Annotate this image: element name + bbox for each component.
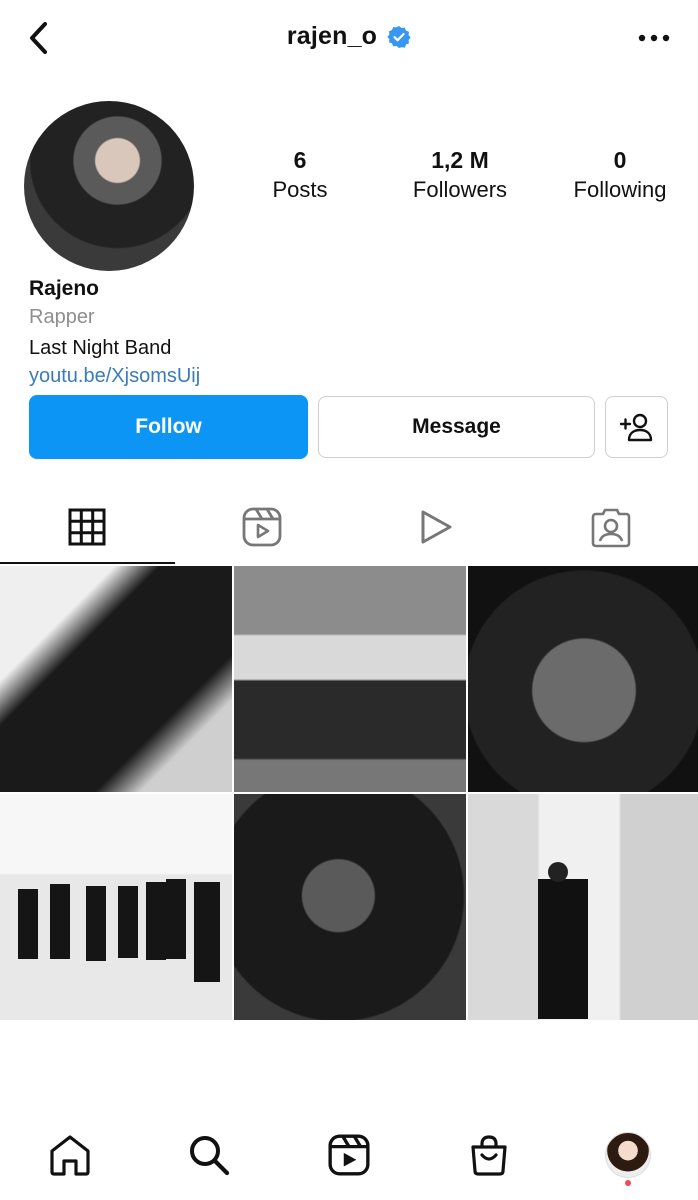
tab-videos[interactable]: [349, 490, 524, 564]
reels-icon: [242, 507, 282, 547]
add-user-icon: [619, 413, 652, 442]
grid-icon: [68, 508, 106, 546]
nav-home[interactable]: [35, 1120, 105, 1190]
tab-reels[interactable]: [175, 490, 350, 564]
profile-avatar-small: [605, 1132, 652, 1178]
username: rajen_o: [286, 22, 378, 50]
stat-posts-value: 6: [293, 147, 307, 173]
verified-badge-icon: [387, 25, 411, 48]
standing-figure-image: [538, 862, 588, 1019]
stat-followers-label: Followers: [412, 177, 508, 202]
stat-following-label: Following: [573, 177, 667, 202]
profile-category: Rapper: [29, 306, 95, 328]
bio-text: Last Night Band: [29, 337, 172, 359]
profile-stats: 6 Posts 1,2 M Followers 0 Following: [240, 145, 680, 205]
nav-search[interactable]: [174, 1120, 244, 1190]
more-options-button[interactable]: [634, 20, 674, 56]
shop-icon: [470, 1135, 507, 1176]
profile-bio: Rajeno Rapper Last Night Band youtu.be/X…: [29, 275, 200, 389]
stat-following-value: 0: [613, 147, 627, 173]
post-thumbnail[interactable]: [234, 794, 466, 1020]
play-icon: [421, 510, 452, 544]
stat-posts[interactable]: 6 Posts: [240, 145, 360, 205]
tagged-icon: [591, 508, 631, 548]
suggested-users-button[interactable]: [605, 396, 668, 458]
group-photo-image: [18, 879, 220, 982]
notification-dot: [625, 1180, 632, 1186]
message-button[interactable]: Message: [318, 396, 595, 458]
top-bar: rajen_o: [0, 0, 698, 80]
nav-shop[interactable]: [454, 1120, 524, 1190]
stat-posts-label: Posts: [272, 177, 328, 202]
post-thumbnail[interactable]: [0, 794, 232, 1020]
nav-profile[interactable]: [593, 1120, 663, 1190]
profile-tabs: [0, 490, 698, 564]
home-icon: [50, 1135, 90, 1176]
post-thumbnail[interactable]: [468, 794, 698, 1020]
profile-actions: Follow Message: [29, 395, 669, 459]
more-horizontal-icon: [638, 34, 670, 42]
profile-avatar[interactable]: [24, 101, 194, 271]
bottom-navigation: [0, 1110, 698, 1200]
post-thumbnail[interactable]: [468, 566, 698, 792]
follow-button[interactable]: Follow: [29, 395, 308, 459]
posts-grid: [0, 566, 698, 1022]
search-icon: [190, 1136, 230, 1176]
post-thumbnail[interactable]: [0, 566, 232, 792]
stat-followers-value: 1,2 M: [431, 147, 489, 173]
stat-following[interactable]: 0 Following: [560, 145, 680, 205]
bio-link[interactable]: youtu.be/XjsomsUij: [29, 363, 200, 389]
post-thumbnail[interactable]: [234, 566, 466, 792]
tab-tagged[interactable]: [524, 490, 698, 564]
stat-followers[interactable]: 1,2 M Followers: [400, 145, 520, 205]
tab-posts[interactable]: [0, 490, 175, 564]
profile-header-title: rajen_o: [0, 22, 698, 51]
reels-icon: [328, 1134, 370, 1176]
nav-reels[interactable]: [314, 1120, 384, 1190]
display-name: Rajeno: [29, 277, 100, 300]
